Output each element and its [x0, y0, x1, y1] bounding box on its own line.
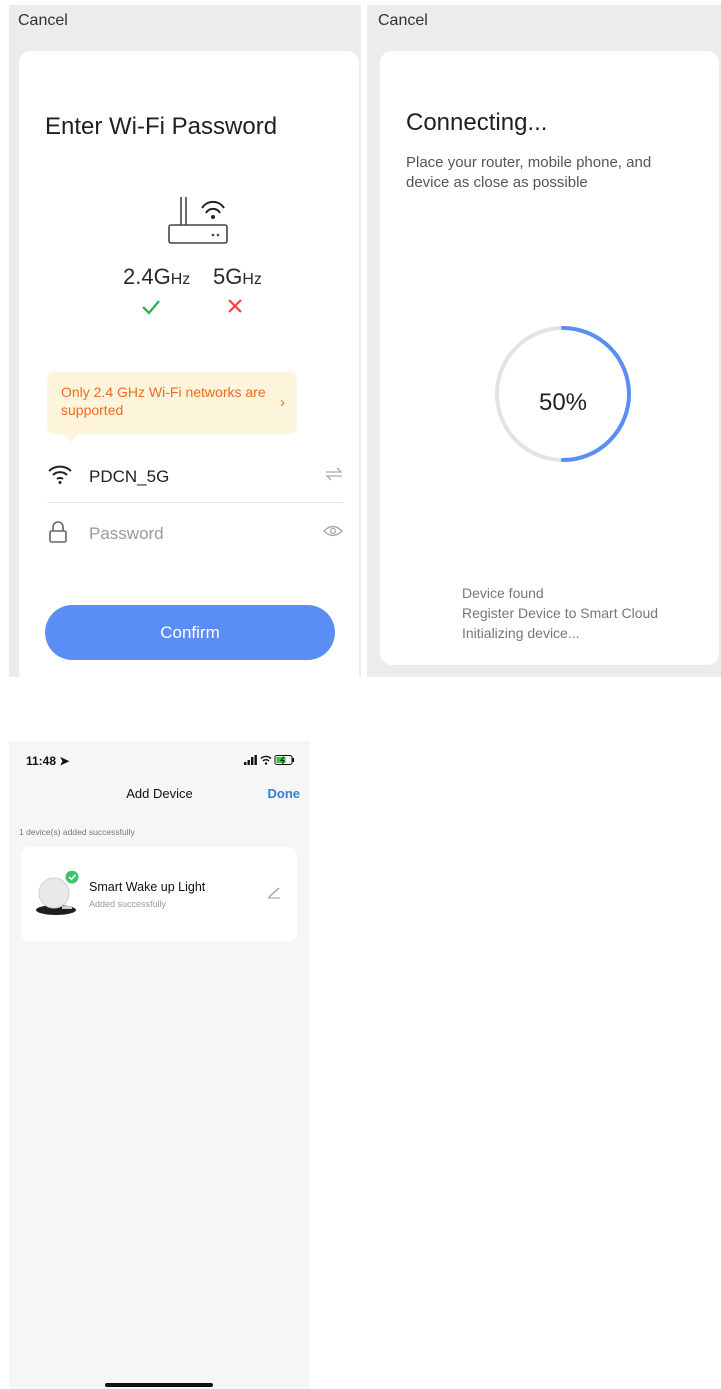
- status-bar-time: 11:48 ➤: [26, 754, 70, 768]
- check-icon: [142, 300, 160, 315]
- cross-icon: [228, 299, 242, 313]
- wake-light-icon: [36, 871, 79, 915]
- router-icon: [168, 197, 228, 244]
- band-5-label: 5GHz: [213, 264, 262, 289]
- confirm-button[interactable]: Confirm: [45, 605, 335, 660]
- nav-title: Add Device: [126, 786, 193, 801]
- done-button[interactable]: Done: [268, 786, 301, 801]
- add-device-screen: 11:48 ➤ Add Device Done 1 device(s) adde…: [9, 741, 310, 1389]
- device-status: Added successfully: [89, 899, 167, 909]
- connecting-screen: Cancel Connecting... Place your router, …: [367, 5, 721, 677]
- signal-wifi-battery-icon: [244, 755, 294, 765]
- connection-steps: Device found Register Device to Smart Cl…: [462, 583, 658, 643]
- band-24-label: 2.4GHz: [123, 264, 191, 289]
- page-title: Enter Wi-Fi Password: [45, 113, 278, 140]
- device-card[interactable]: Smart Wake up Light Added successfully: [21, 847, 297, 941]
- connecting-hint: Place your router, mobile phone, and dev…: [406, 154, 652, 191]
- wifi-icon: [48, 465, 72, 484]
- switch-network-icon[interactable]: [325, 467, 343, 481]
- connecting-card: Connecting... Place your router, mobile …: [380, 51, 719, 665]
- wifi-card: Enter Wi-Fi Password 2.4GHz 5GHz Only 2.…: [19, 51, 359, 677]
- password-row: Password: [47, 514, 343, 554]
- password-input[interactable]: Password: [89, 524, 164, 544]
- cancel-button[interactable]: Cancel: [18, 12, 68, 30]
- added-count: 1 device(s) added successfully: [19, 827, 135, 837]
- lock-icon: [49, 521, 67, 543]
- home-indicator: [105, 1383, 213, 1387]
- page-title: Connecting...: [406, 109, 548, 136]
- device-name: Smart Wake up Light: [89, 880, 206, 894]
- chevron-right-icon: ›: [280, 394, 285, 411]
- wifi-band-tip[interactable]: Only 2.4 GHz Wi-Fi networks are supporte…: [47, 372, 297, 442]
- status-bar-icons: [244, 754, 296, 769]
- eye-icon[interactable]: [323, 524, 343, 538]
- step-item: Initializing device...: [462, 625, 580, 641]
- cancel-button[interactable]: Cancel: [378, 12, 428, 30]
- ssid-value: PDCN_5G: [89, 467, 170, 486]
- step-item: Device found: [462, 585, 544, 601]
- step-item: Register Device to Smart Cloud: [462, 605, 659, 621]
- edit-icon[interactable]: [267, 885, 281, 899]
- wifi-password-screen: Cancel Enter Wi-Fi Password 2.4GHz 5GHz …: [9, 5, 361, 677]
- wifi-network-row[interactable]: PDCN_5G: [47, 457, 343, 503]
- location-arrow-icon: ➤: [59, 754, 70, 768]
- progress-percent: 50%: [538, 389, 588, 416]
